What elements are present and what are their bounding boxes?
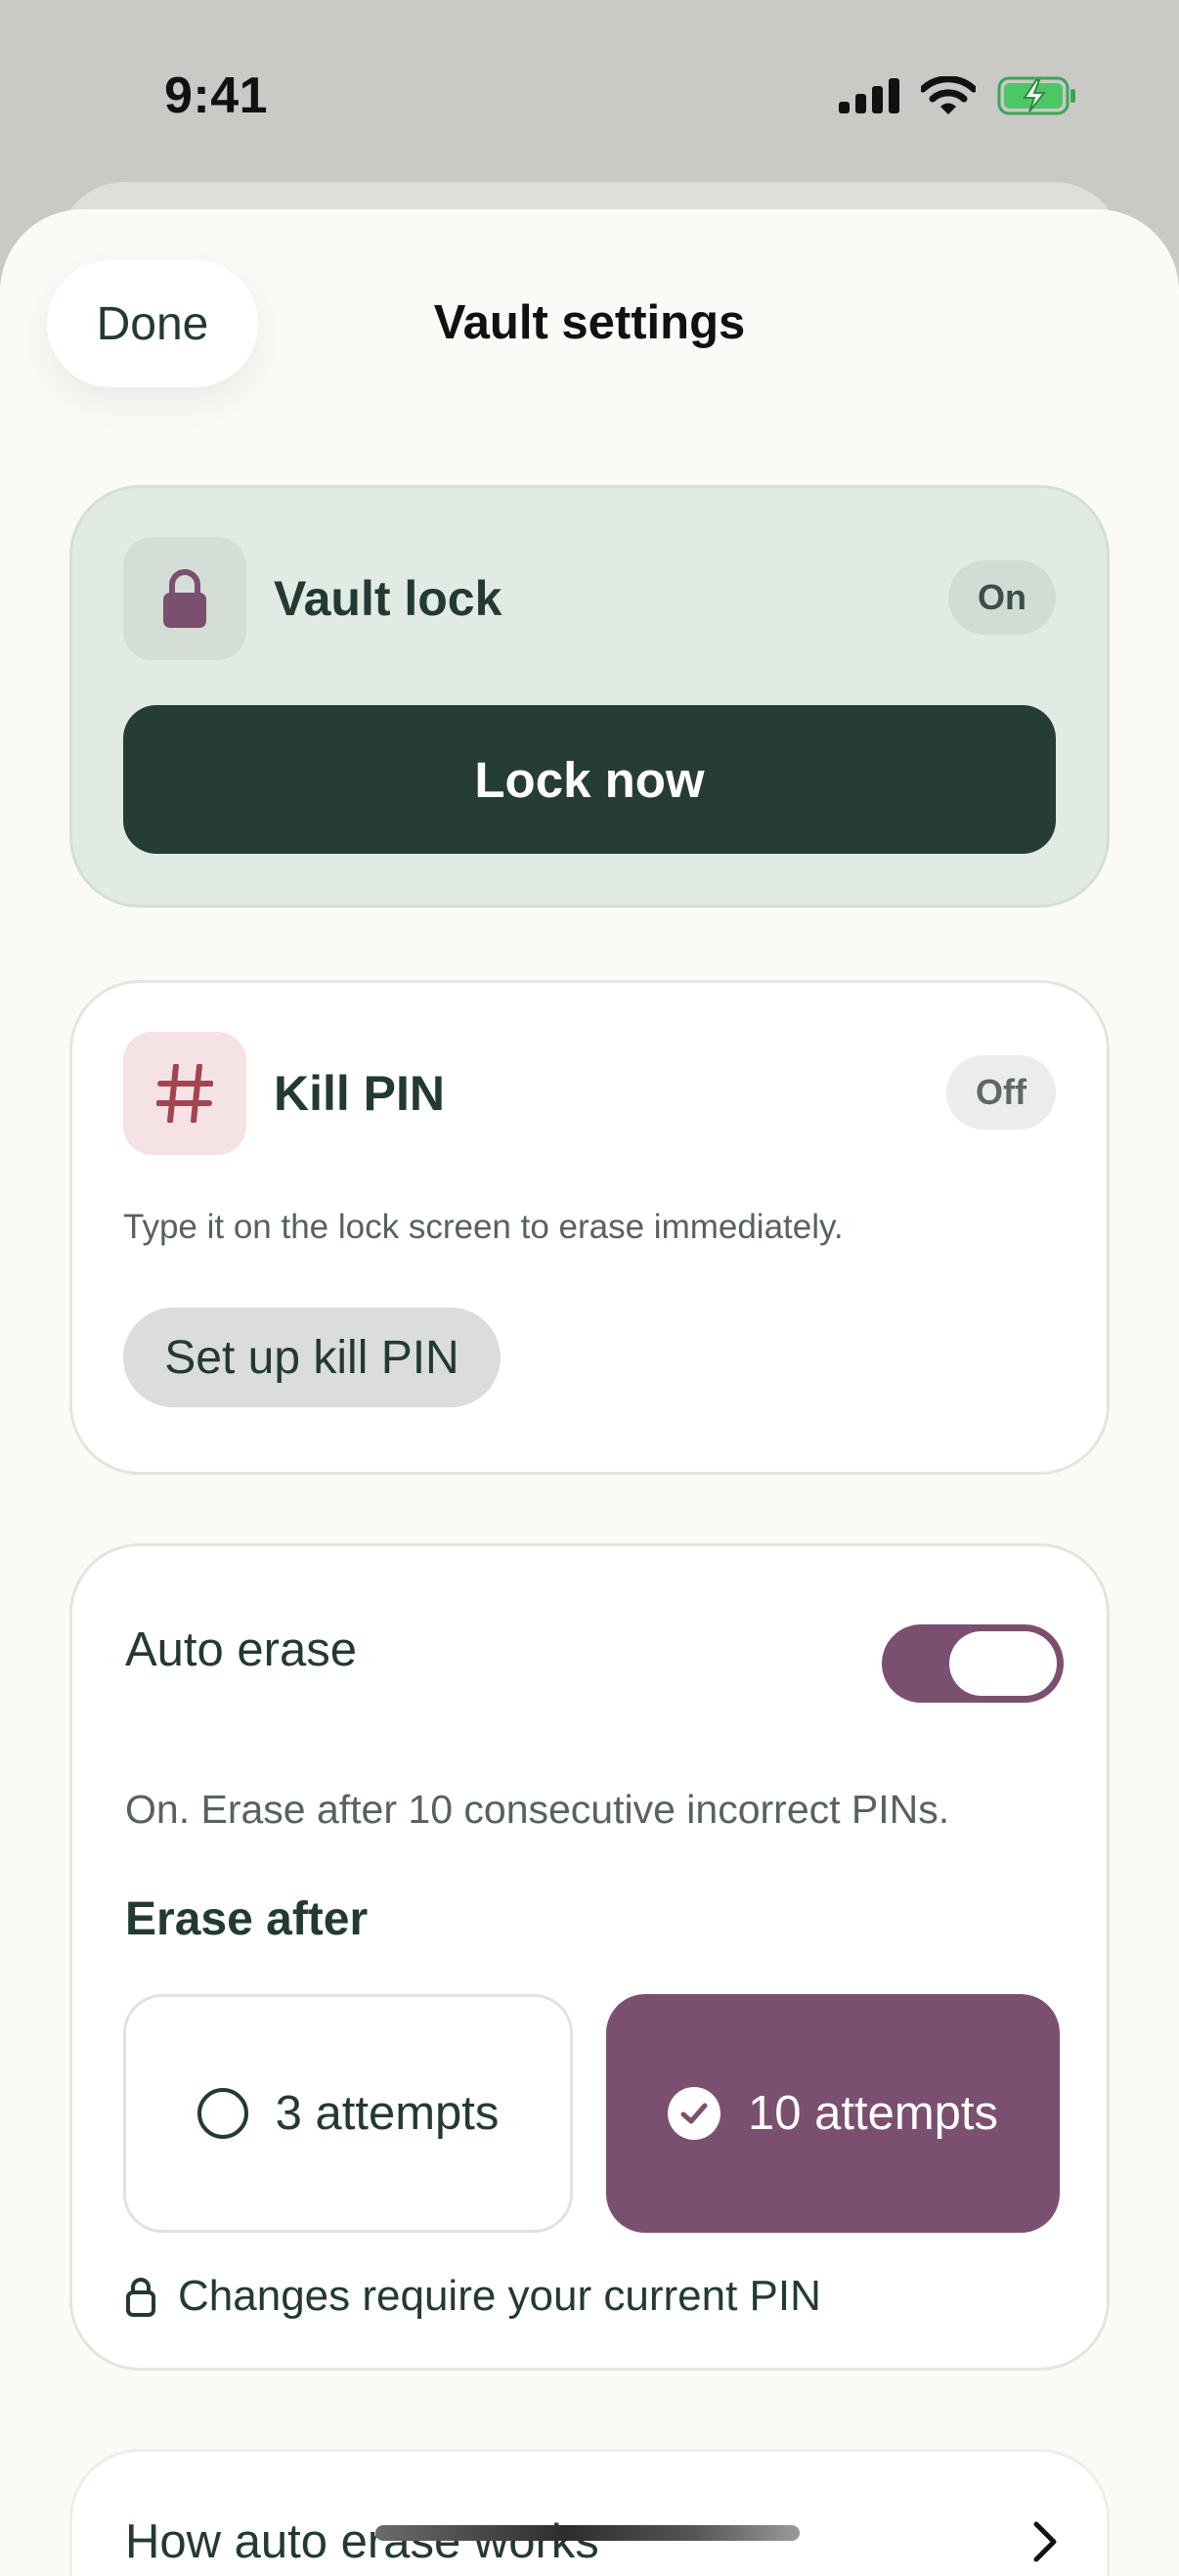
kill-pin-status-badge: Off xyxy=(946,1055,1056,1130)
pin-required-note-text: Changes require your current PIN xyxy=(178,2272,821,2320)
set-up-kill-pin-button[interactable]: Set up kill PIN xyxy=(123,1308,501,1407)
status-icons xyxy=(839,76,1077,115)
chevron-right-icon xyxy=(1033,2521,1057,2562)
lock-icon xyxy=(163,569,206,628)
option-10-attempts[interactable]: 10 attempts xyxy=(606,1994,1060,2233)
auto-erase-toggle[interactable] xyxy=(882,1624,1064,1703)
vault-lock-status-badge: On xyxy=(948,560,1056,635)
kill-pin-description: Type it on the lock screen to erase imme… xyxy=(123,1208,844,1246)
vault-lock-icon-tile xyxy=(123,537,246,660)
wifi-icon xyxy=(921,76,976,114)
option-3-attempts[interactable]: 3 attempts xyxy=(123,1994,573,2233)
pin-required-note: Changes require your current PIN xyxy=(125,2272,821,2321)
cellular-signal-icon xyxy=(839,78,899,113)
lock-now-button[interactable]: Lock now xyxy=(123,705,1056,854)
status-time: 9:41 xyxy=(164,67,269,124)
auto-erase-status: On. Erase after 10 consecutive incorrect… xyxy=(125,1787,950,1832)
vault-lock-title: Vault lock xyxy=(274,571,502,626)
home-indicator xyxy=(375,2525,800,2541)
option-3-attempts-label: 3 attempts xyxy=(275,2087,500,2140)
kill-pin-card: Kill PIN Off Type it on the lock screen … xyxy=(69,980,1110,1475)
kill-pin-icon-tile xyxy=(123,1032,246,1155)
auto-erase-label: Auto erase xyxy=(125,1623,357,1676)
vault-lock-card: Vault lock On Lock now xyxy=(69,485,1110,908)
option-10-attempts-label: 10 attempts xyxy=(747,2087,999,2140)
toggle-knob xyxy=(949,1631,1057,1696)
vault-settings-sheet: Done Vault settings Vault lock On Lock n… xyxy=(0,209,1179,2576)
hash-icon xyxy=(156,1064,213,1123)
how-auto-erase-works-row[interactable]: How auto erase works xyxy=(69,2449,1110,2576)
radio-checked-icon xyxy=(667,2087,720,2140)
how-auto-erase-works-label: How auto erase works xyxy=(125,2515,599,2568)
small-lock-icon xyxy=(126,2278,155,2317)
radio-unselected-icon xyxy=(196,2088,248,2139)
kill-pin-title: Kill PIN xyxy=(274,1066,446,1121)
auto-erase-card: Auto erase On. Erase after 10 consecutiv… xyxy=(69,1543,1110,2371)
status-bar: 9:41 xyxy=(0,0,1179,186)
erase-after-heading: Erase after xyxy=(125,1893,369,1945)
page-title: Vault settings xyxy=(433,296,746,349)
battery-charging-icon xyxy=(997,76,1075,115)
